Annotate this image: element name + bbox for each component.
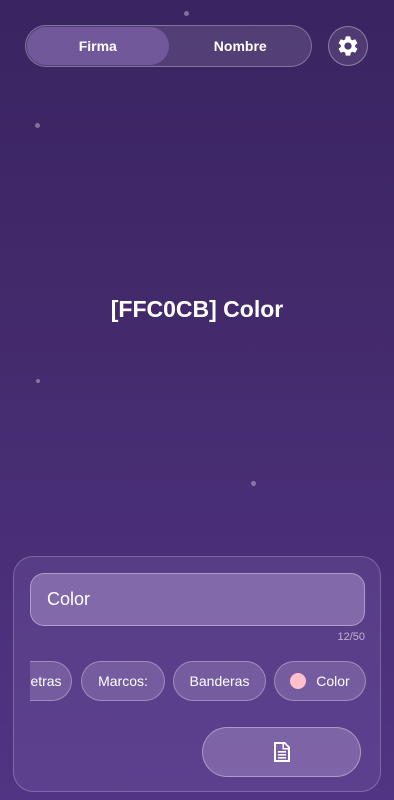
chip-banderas[interactable]: Banderas	[173, 661, 266, 701]
text-input[interactable]: Color	[30, 573, 365, 626]
chip-label: Marcos:	[98, 673, 148, 689]
signature-preview: [FFC0CB] Color	[110, 296, 284, 322]
text-input-value: Color	[47, 589, 91, 609]
chip-color[interactable]: Color	[274, 661, 366, 701]
chip-label: etras	[30, 673, 62, 689]
star-dot	[35, 123, 40, 128]
character-counter: 12/50	[337, 631, 365, 643]
settings-button[interactable]	[328, 26, 368, 66]
star-dot	[36, 379, 40, 383]
document-button[interactable]	[202, 727, 361, 777]
gear-icon	[338, 36, 358, 56]
tab-nombre[interactable]: Nombre	[170, 26, 312, 66]
editor-panel: Color 12/50 etras Marcos: Banderas Color	[13, 556, 381, 792]
chip-label: Color	[316, 673, 350, 689]
color-swatch-icon	[290, 673, 307, 689]
chip-label: Banderas	[189, 673, 250, 689]
document-icon	[273, 742, 290, 762]
style-chips-row[interactable]: etras Marcos: Banderas Color	[30, 661, 368, 703]
star-dot	[251, 481, 256, 486]
chip-marcos[interactable]: Marcos:	[81, 661, 165, 701]
mode-segmented-control: Firma Nombre	[25, 25, 312, 67]
star-dot	[184, 11, 189, 16]
tab-firma[interactable]: Firma	[27, 27, 169, 65]
chip-letras[interactable]: etras	[30, 661, 72, 701]
